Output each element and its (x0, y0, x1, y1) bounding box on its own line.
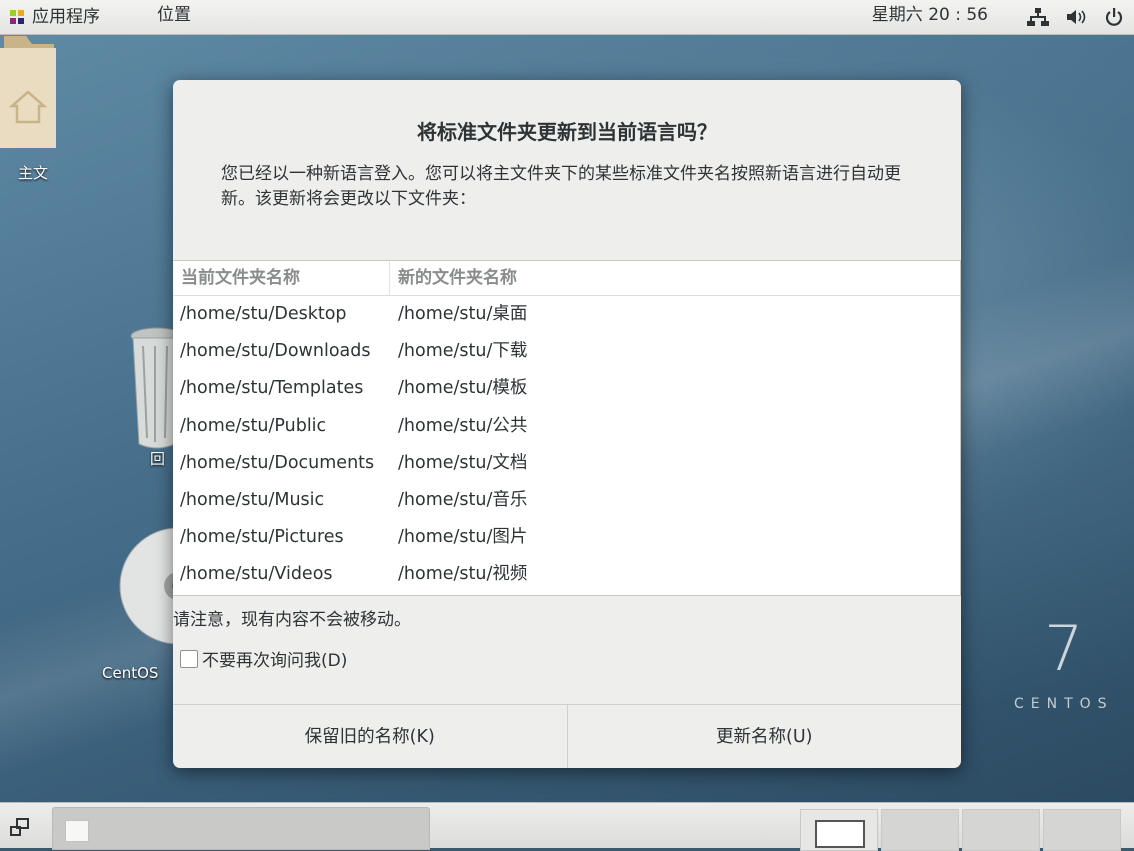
bottom-taskbar (0, 802, 1134, 851)
new-folder-cell: /home/stu/公共 (398, 415, 528, 436)
new-folder-cell: /home/stu/视频 (398, 564, 528, 585)
workspace-3[interactable] (962, 809, 1040, 851)
dialog-button-bar: 保留旧的名称(K) 更新名称(U) (173, 704, 961, 768)
column-header-new[interactable]: 新的文件夹名称 (390, 261, 517, 295)
disc-label: CentOS (102, 664, 159, 682)
dialog-title: 将标准文件夹更新到当前语言吗？ (417, 120, 717, 144)
current-folder-cell: /home/stu/Documents (180, 452, 375, 473)
new-folder-cell: /home/stu/模板 (398, 378, 528, 399)
home-folder-icon[interactable] (0, 34, 60, 152)
centos-version-number: 7 (1044, 612, 1084, 685)
clock[interactable]: 星期六 20 : 56 (872, 0, 988, 34)
places-menu[interactable]: 位置 (157, 0, 191, 34)
current-folder-cell: /home/stu/Videos (180, 564, 333, 585)
keep-old-names-button[interactable]: 保留旧的名称(K) (173, 705, 568, 768)
applications-label: 应用程序 (32, 7, 100, 27)
system-tray[interactable] (1026, 0, 1126, 34)
update-names-button[interactable]: 更新名称(U) (568, 705, 962, 768)
current-folder-cell: /home/stu/Public (180, 415, 327, 436)
rename-folders-dialog: 将标准文件夹更新到当前语言吗？ 您已经以一种新语言登入。您可以将主文件夹下的某些… (173, 80, 961, 768)
table-row[interactable]: /home/stu/Desktop/home/stu/桌面 (173, 296, 960, 333)
table-row[interactable]: /home/stu/Documents/home/stu/文档 (173, 445, 960, 482)
new-folder-cell: /home/stu/桌面 (398, 304, 528, 324)
current-folder-cell: /home/stu/Templates (180, 378, 364, 399)
dont-ask-again-option[interactable]: 不要再次询问我(D) (180, 646, 347, 671)
power-icon[interactable] (1102, 5, 1126, 29)
workspace-window-thumbnail (815, 820, 865, 848)
current-folder-cell: /home/stu/Music (180, 489, 325, 510)
dialog-message: 您已经以一种新语言登入。您可以将主文件夹下的某些标准文件夹名按照新语言进行自动更… (221, 164, 901, 209)
table-row[interactable]: /home/stu/Templates/home/stu/模板 (173, 370, 960, 407)
new-folder-cell: /home/stu/音乐 (398, 489, 528, 510)
volume-icon[interactable] (1064, 5, 1088, 29)
trash-label: 回 (150, 450, 166, 468)
show-desktop-icon[interactable] (8, 815, 32, 839)
new-folder-cell: /home/stu/图片 (398, 527, 528, 548)
new-folder-cell: /home/stu/下载 (398, 341, 528, 362)
window-list-item[interactable] (52, 807, 430, 850)
folder-table[interactable]: 当前文件夹名称 新的文件夹名称 /home/stu/Desktop/home/s… (173, 260, 961, 596)
centos-wordmark: CENTOS (1014, 696, 1114, 712)
table-row[interactable]: /home/stu/Music/home/stu/音乐 (173, 482, 960, 519)
column-header-current[interactable]: 当前文件夹名称 (173, 261, 390, 295)
applications-menu[interactable]: 应用程序 (8, 0, 100, 34)
current-folder-cell: /home/stu/Downloads (180, 341, 371, 362)
table-row[interactable]: /home/stu/Videos/home/stu/视频 (173, 556, 960, 593)
workspace-2[interactable] (881, 809, 959, 851)
table-row[interactable]: /home/stu/Pictures/home/stu/图片 (173, 519, 960, 556)
centos-logo-icon (10, 10, 24, 24)
table-row[interactable]: /home/stu/Downloads/home/stu/下载 (173, 333, 960, 370)
top-bar: 应用程序 位置 星期六 20 : 56 (0, 0, 1134, 35)
home-folder-label: 主文 (18, 164, 49, 182)
table-row[interactable]: /home/stu/Public/home/stu/公共 (173, 408, 960, 445)
workspace-4[interactable] (1043, 809, 1121, 851)
current-folder-cell: /home/stu/Pictures (180, 527, 344, 548)
dont-ask-again-checkbox[interactable] (180, 649, 198, 668)
dont-ask-again-label: 不要再次询问我(D) (202, 651, 348, 671)
workspace-1[interactable] (800, 809, 878, 851)
window-thumbnail-icon (65, 820, 89, 842)
new-folder-cell: /home/stu/文档 (398, 452, 528, 473)
notice-text: 请注意，现有内容不会被移动。 (173, 610, 411, 630)
network-icon[interactable] (1026, 5, 1050, 29)
current-folder-cell: /home/stu/Desktop (180, 304, 347, 324)
table-header: 当前文件夹名称 新的文件夹名称 (173, 261, 960, 296)
